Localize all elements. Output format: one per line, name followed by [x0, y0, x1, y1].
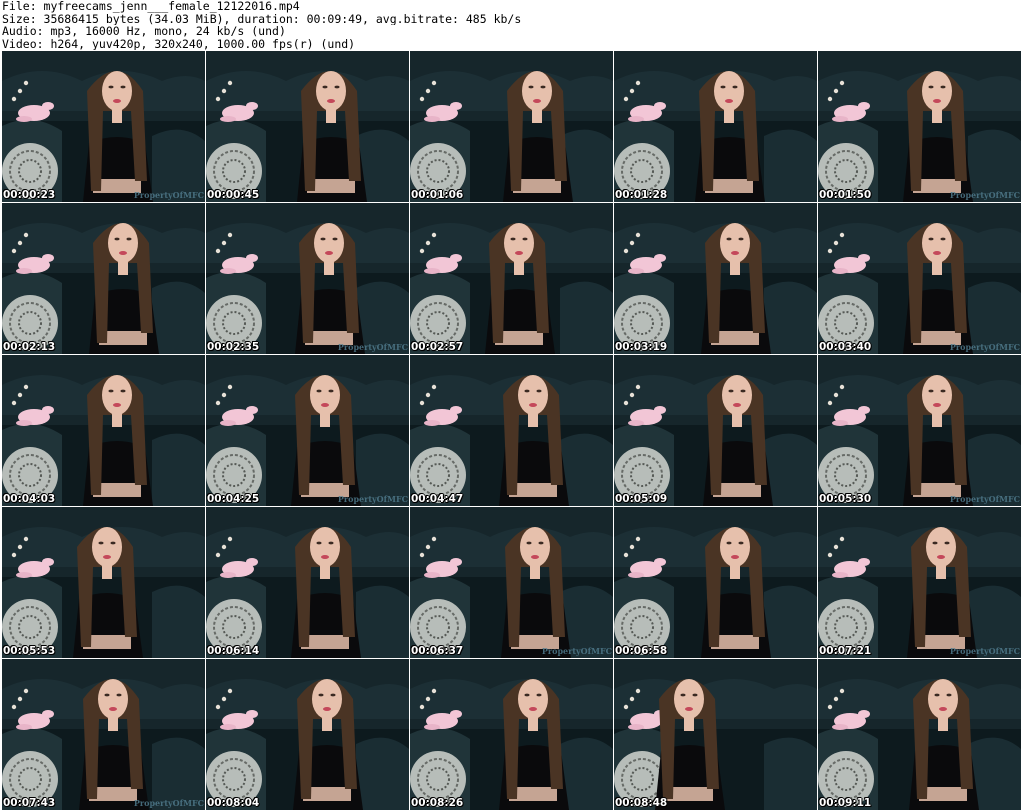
video-frame-thumbnail: 00:09:11: [818, 659, 1021, 810]
video-frame-thumbnail: 00:08:48: [614, 659, 817, 810]
frame-scene-image: [2, 355, 205, 506]
frame-timestamp: 00:02:57: [411, 341, 464, 353]
frame-scene-image: [614, 507, 817, 658]
video-frame-thumbnail: 00:05:30 PropertyOfMFC: [818, 355, 1021, 506]
video-frame-thumbnail: 00:08:26: [410, 659, 613, 810]
frame-timestamp: 00:04:03: [3, 493, 56, 505]
frame-scene-image: [2, 51, 205, 202]
video-frame-thumbnail: 00:02:35 PropertyOfMFC: [206, 203, 409, 354]
frame-timestamp: 00:01:50: [819, 189, 872, 201]
video-frame-thumbnail: 00:05:53: [2, 507, 205, 658]
frame-scene-image: [410, 51, 613, 202]
frame-scene-image: [2, 507, 205, 658]
frame-scene-image: [818, 203, 1021, 354]
watermark-text: PropertyOfMFC: [949, 494, 1020, 504]
frame-timestamp: 00:06:58: [615, 645, 668, 657]
video-frame-thumbnail: 00:02:57: [410, 203, 613, 354]
video-frame-thumbnail: 00:03:19: [614, 203, 817, 354]
frame-timestamp: 00:04:25: [207, 493, 260, 505]
frame-scene-image: [206, 203, 409, 354]
frame-timestamp: 00:03:19: [615, 341, 668, 353]
frame-timestamp: 00:01:06: [411, 189, 464, 201]
video-frame-thumbnail: 00:01:06: [410, 51, 613, 202]
video-frame-thumbnail: 00:01:50 PropertyOfMFC: [818, 51, 1021, 202]
frame-scene-image: [614, 203, 817, 354]
video-frame-thumbnail: 00:06:14: [206, 507, 409, 658]
frame-timestamp: 00:05:53: [3, 645, 56, 657]
frame-timestamp: 00:09:11: [819, 797, 872, 809]
watermark-text: PropertyOfMFC: [541, 646, 612, 656]
frame-scene-image: [818, 507, 1021, 658]
watermark-text: PropertyOfMFC: [949, 342, 1020, 352]
watermark-text: PropertyOfMFC: [949, 646, 1020, 656]
frame-timestamp: 00:02:13: [3, 341, 56, 353]
frame-scene-image: [410, 507, 613, 658]
frame-scene-image: [818, 355, 1021, 506]
frame-scene-image: [410, 659, 613, 810]
frame-scene-image: [410, 355, 613, 506]
video-frame-thumbnail: 00:06:37 PropertyOfMFC: [410, 507, 613, 658]
frame-scene-image: [2, 659, 205, 810]
frame-timestamp: 00:07:43: [3, 797, 56, 809]
video-frame-thumbnail: 00:06:58: [614, 507, 817, 658]
frame-timestamp: 00:03:40: [819, 341, 872, 353]
audio-info-line: Audio: mp3, 16000 Hz, mono, 24 kb/s (und…: [2, 25, 286, 38]
frame-timestamp: 00:06:14: [207, 645, 260, 657]
frame-timestamp: 00:01:28: [615, 189, 668, 201]
watermark-text: PropertyOfMFC: [133, 190, 204, 200]
frame-scene-image: [206, 507, 409, 658]
watermark-text: PropertyOfMFC: [949, 190, 1020, 200]
video-frame-thumbnail: 00:00:23 PropertyOfMFC: [2, 51, 205, 202]
frame-timestamp: 00:05:09: [615, 493, 668, 505]
contact-sheet: File: myfreecams_jenn___female_12122016.…: [0, 0, 1024, 811]
frame-timestamp: 00:00:45: [207, 189, 260, 201]
frame-timestamp: 00:00:23: [3, 189, 56, 201]
frame-scene-image: [410, 203, 613, 354]
file-info-header: File: myfreecams_jenn___female_12122016.…: [2, 0, 1022, 50]
frame-scene-image: [818, 659, 1021, 810]
video-frame-thumbnail: 00:04:25 PropertyOfMFC: [206, 355, 409, 506]
watermark-text: PropertyOfMFC: [133, 798, 204, 808]
frame-scene-image: [614, 659, 817, 810]
video-frame-thumbnail: 00:00:45: [206, 51, 409, 202]
frame-timestamp: 00:06:37: [411, 645, 464, 657]
video-frame-thumbnail: 00:04:47: [410, 355, 613, 506]
frame-scene-image: [818, 51, 1021, 202]
video-frame-thumbnail: 00:08:04: [206, 659, 409, 810]
frame-scene-image: [614, 355, 817, 506]
thumbnail-grid: 00:00:23 PropertyOfMFC 00:00:45 00:01:06 00:…: [2, 51, 1022, 811]
frame-timestamp: 00:08:04: [207, 797, 260, 809]
frame-timestamp: 00:07:21: [819, 645, 872, 657]
video-frame-thumbnail: 00:04:03: [2, 355, 205, 506]
video-frame-thumbnail: 00:07:21 PropertyOfMFC: [818, 507, 1021, 658]
frame-scene-image: [206, 659, 409, 810]
frame-scene-image: [614, 51, 817, 202]
video-frame-thumbnail: 00:02:13: [2, 203, 205, 354]
frame-timestamp: 00:04:47: [411, 493, 464, 505]
frame-timestamp: 00:02:35: [207, 341, 260, 353]
frame-timestamp: 00:05:30: [819, 493, 872, 505]
file-size-line: Size: 35686415 bytes (34.03 MiB), durati…: [2, 12, 522, 25]
frame-scene-image: [206, 355, 409, 506]
watermark-text: PropertyOfMFC: [337, 342, 408, 352]
file-name-line: File: myfreecams_jenn___female_12122016.…: [2, 0, 300, 13]
watermark-text: PropertyOfMFC: [337, 494, 408, 504]
video-frame-thumbnail: 00:03:40 PropertyOfMFC: [818, 203, 1021, 354]
frame-scene-image: [206, 51, 409, 202]
frame-scene-image: [2, 203, 205, 354]
video-info-line: Video: h264, yuv420p, 320x240, 1000.00 f…: [2, 37, 356, 50]
video-frame-thumbnail: 00:01:28: [614, 51, 817, 202]
video-frame-thumbnail: 00:07:43 PropertyOfMFC: [2, 659, 205, 810]
frame-timestamp: 00:08:48: [615, 797, 668, 809]
frame-timestamp: 00:08:26: [411, 797, 464, 809]
video-frame-thumbnail: 00:05:09: [614, 355, 817, 506]
